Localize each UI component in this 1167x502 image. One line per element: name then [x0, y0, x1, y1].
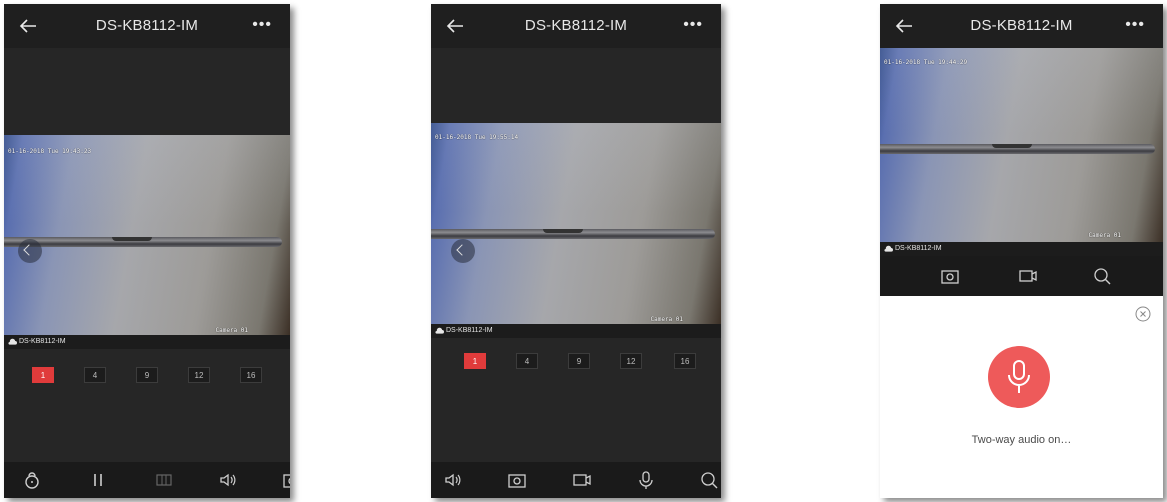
- camera-label: Camera 01: [650, 316, 683, 323]
- zoom-icon[interactable]: [699, 470, 719, 490]
- live-video[interactable]: 01-16-2018 Tue 19:55:14 Camera 01: [431, 123, 721, 324]
- split-9-button[interactable]: 9: [136, 367, 158, 383]
- microphone-icon: [1008, 360, 1030, 393]
- phone-screen-two-way-audio: DS-KB8112-IM ••• 01-16-2018 Tue 19:44:29…: [880, 4, 1163, 498]
- page-title: DS-KB8112-IM: [524, 17, 628, 34]
- more-options-icon[interactable]: •••: [683, 16, 703, 34]
- control-toolbar: [4, 462, 290, 498]
- cloud-icon: [884, 245, 893, 252]
- device-bar: DS-KB8112-IM: [4, 335, 290, 349]
- split-4-button[interactable]: 4: [84, 367, 106, 383]
- cloud-icon: [435, 327, 444, 334]
- split-1-button[interactable]: 1: [32, 367, 54, 383]
- video-timestamp: 01-16-2018 Tue 19:44:29: [884, 59, 968, 66]
- multiscreen-icon[interactable]: [154, 470, 174, 490]
- snapshot-icon[interactable]: [940, 266, 960, 286]
- split-screen-selector: 1 4 9 12 16: [431, 353, 721, 373]
- previous-camera-button[interactable]: [18, 239, 42, 263]
- header-bar: DS-KB8112-IM •••: [4, 4, 290, 48]
- split-16-button[interactable]: 16: [240, 367, 262, 383]
- phone-screen-live-view: DS-KB8112-IM ••• 01-16-2018 Tue 19:43:23…: [4, 4, 290, 498]
- cloud-icon: [8, 338, 17, 345]
- audio-status-text: Two-way audio on…: [971, 434, 1072, 446]
- microphone-button[interactable]: [988, 346, 1050, 408]
- header-bar: DS-KB8112-IM •••: [880, 4, 1163, 48]
- split-16-button[interactable]: 16: [674, 353, 696, 369]
- page-title: DS-KB8112-IM: [95, 17, 199, 34]
- control-toolbar: [431, 462, 721, 498]
- device-bar: DS-KB8112-IM: [431, 324, 721, 338]
- page-title: DS-KB8112-IM: [970, 17, 1073, 34]
- header-bar: DS-KB8112-IM •••: [431, 4, 721, 48]
- video-timestamp: 01-16-2018 Tue 19:55:14: [435, 134, 519, 141]
- microphone-icon[interactable]: [636, 470, 656, 490]
- camera-label: Camera 01: [215, 327, 248, 334]
- record-icon[interactable]: [1018, 266, 1038, 286]
- speaker-icon[interactable]: [218, 470, 238, 490]
- split-12-button[interactable]: 12: [620, 353, 642, 369]
- split-12-button[interactable]: 12: [188, 367, 210, 383]
- video-timestamp: 01-16-2018 Tue 19:43:23: [8, 148, 92, 155]
- split-9-button[interactable]: 9: [568, 353, 590, 369]
- more-options-icon[interactable]: •••: [252, 16, 272, 34]
- device-name: DS-KB8112-IM: [446, 327, 493, 334]
- device-bar: DS-KB8112-IM: [880, 242, 1163, 256]
- live-video[interactable]: 01-16-2018 Tue 19:44:29 Camera 01: [880, 48, 1163, 242]
- live-video[interactable]: 01-16-2018 Tue 19:43:23 Camera 01: [4, 135, 290, 335]
- camera-label: Camera 01: [1088, 232, 1121, 239]
- split-screen-selector: 1 4 9 12 16: [4, 367, 290, 387]
- unlock-icon[interactable]: [22, 470, 42, 490]
- phone-screen-live-view-audio: DS-KB8112-IM ••• 01-16-2018 Tue 19:55:14…: [431, 4, 721, 498]
- device-name: DS-KB8112-IM: [895, 245, 942, 252]
- snapshot-icon[interactable]: [282, 470, 290, 490]
- speaker-icon[interactable]: [443, 470, 463, 490]
- split-4-button[interactable]: 4: [516, 353, 538, 369]
- pause-icon[interactable]: [88, 470, 108, 490]
- two-way-audio-panel: Two-way audio on…: [880, 296, 1163, 498]
- device-name: DS-KB8112-IM: [19, 338, 66, 345]
- record-icon[interactable]: [572, 470, 592, 490]
- split-1-button[interactable]: 1: [464, 353, 486, 369]
- zoom-icon[interactable]: [1092, 266, 1112, 286]
- close-icon[interactable]: [1135, 306, 1151, 322]
- more-options-icon[interactable]: •••: [1125, 16, 1145, 34]
- previous-camera-button[interactable]: [451, 239, 475, 263]
- snapshot-icon[interactable]: [507, 470, 527, 490]
- control-toolbar: [880, 256, 1163, 296]
